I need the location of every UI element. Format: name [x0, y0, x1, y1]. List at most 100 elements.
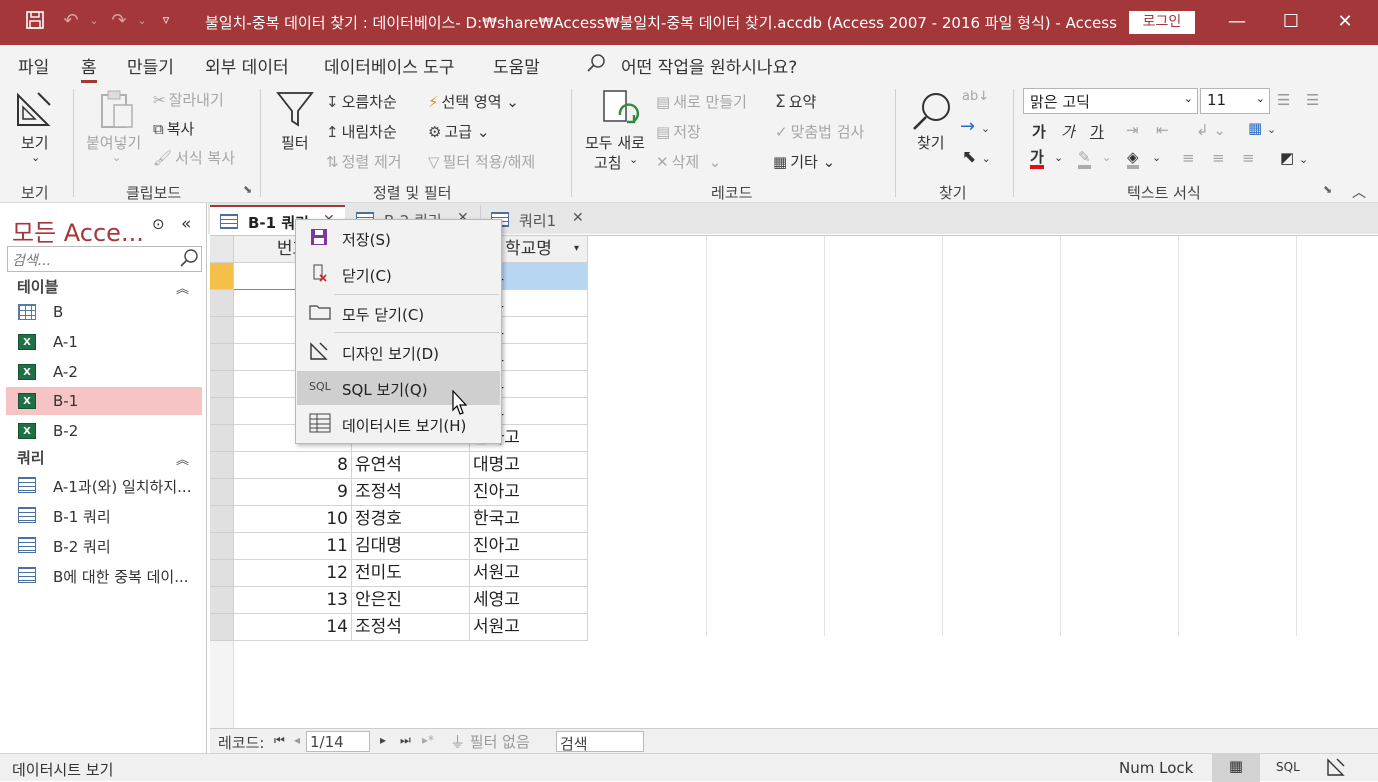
collapse-pane-icon[interactable]: « — [181, 214, 191, 234]
table-cell[interactable]: 세영고 — [470, 587, 588, 614]
customize-quick-access-icon[interactable]: ▿ — [155, 10, 177, 32]
last-record-icon[interactable]: ⏭ — [400, 733, 411, 748]
dropdown-arrow-icon[interactable]: ▾ — [574, 236, 579, 262]
table-cell[interactable]: 서원고 — [470, 560, 588, 587]
new-record-button[interactable]: ▤ 새로 만들기 — [656, 91, 747, 112]
select-cursor-icon[interactable]: ⬉ ⌄ — [962, 147, 991, 167]
filter-status[interactable]: ⏚ 필터 없음 — [450, 731, 530, 752]
collapse-ribbon-icon[interactable]: ︿ — [1352, 182, 1366, 202]
gridlines-icon[interactable]: ▦ ⌄ — [1248, 119, 1276, 137]
font-name-select[interactable]: 맑은 고딕 ⌄ — [1023, 88, 1198, 114]
nav-item-query-b2[interactable]: B-2 쿼리 — [6, 531, 202, 559]
search-icon[interactable] — [586, 53, 606, 78]
menu-database-tools[interactable]: 데이터베이스 도구 — [324, 53, 455, 78]
view-icon[interactable] — [14, 89, 58, 129]
table-cell[interactable]: 진아고 — [470, 479, 588, 506]
refresh-all-button[interactable]: 모두 새로 — [585, 132, 645, 153]
nav-menu-dropdown-icon[interactable]: ⊙ — [152, 215, 165, 233]
record-selector[interactable] — [210, 344, 234, 371]
section-collapse-icon[interactable]: ︽ — [176, 278, 189, 297]
view-button[interactable]: 보기 — [21, 132, 49, 153]
redo-dropdown-icon[interactable]: ⌄ — [131, 10, 153, 32]
cut-button[interactable]: ✂ 잘라내기 — [153, 89, 224, 110]
nav-item-query-b1[interactable]: B-1 쿼리 — [6, 501, 202, 529]
record-selector[interactable] — [210, 506, 234, 533]
table-cell[interactable]: 한국고 — [470, 506, 588, 533]
copy-button[interactable]: ⧉ 복사 — [153, 118, 194, 139]
nav-pane-title[interactable]: 모든 Acce... — [12, 213, 144, 248]
context-datasheet-view[interactable]: 데이터시트 보기(H) — [297, 407, 500, 441]
bold-button[interactable]: 가 — [1032, 121, 1046, 142]
nav-item-query-unmatched[interactable]: A-1과(와) 일치하지... — [6, 471, 202, 499]
record-search-input[interactable]: 검색 — [556, 731, 644, 753]
chevron-down-icon[interactable]: ⌄ — [1102, 151, 1111, 164]
table-row[interactable]: 11 김대명 진아고 — [210, 533, 588, 560]
undo-dropdown-icon[interactable]: ⌄ — [83, 10, 105, 32]
record-selector[interactable] — [210, 587, 234, 614]
table-row[interactable]: 13 안은진 세영고 — [210, 587, 588, 614]
dialog-launcher-icon[interactable]: ⬊ — [243, 183, 252, 196]
context-close[interactable]: 닫기(C) — [297, 257, 500, 291]
table-cell[interactable]: 진아고 — [470, 533, 588, 560]
nav-section-tables[interactable]: 테이블 — [17, 276, 58, 297]
table-cell[interactable]: 8 — [234, 452, 352, 479]
spelling-button[interactable]: ✓ 맞춤법 검사 — [775, 121, 864, 142]
maximize-icon[interactable]: ☐ — [1277, 9, 1305, 35]
underline-button[interactable]: 가 — [1090, 121, 1104, 142]
close-tab-icon[interactable]: ✕ — [572, 210, 584, 226]
design-view-icon[interactable] — [1326, 757, 1346, 781]
alternate-row-color-icon[interactable]: ◩ ⌄ — [1280, 149, 1308, 167]
paste-icon[interactable] — [96, 89, 136, 131]
remove-sort-button[interactable]: ⇅ 정렬 제거 — [326, 151, 402, 172]
table-row[interactable]: 10 정경호 한국고 — [210, 506, 588, 533]
table-cell[interactable]: 9 — [234, 479, 352, 506]
sort-ascending-button[interactable]: ↧ 오름차순 — [326, 91, 397, 112]
align-right-icon[interactable]: ≡ — [1242, 149, 1255, 167]
table-row[interactable]: 8 유연석 대명고 — [210, 452, 588, 479]
table-cell[interactable]: 전미도 — [352, 560, 470, 587]
nav-item-table-b[interactable]: B — [6, 298, 202, 326]
table-cell[interactable]: 안은진 — [352, 587, 470, 614]
filter-button[interactable]: 필터 — [281, 132, 309, 153]
context-sql-view[interactable]: SQL SQL 보기(Q) — [297, 371, 500, 405]
table-cell[interactable]: 김대명 — [352, 533, 470, 560]
new-record-nav-icon[interactable]: ▸* — [422, 733, 434, 747]
first-record-icon[interactable]: ⏮ — [274, 733, 285, 748]
table-cell[interactable]: 14 — [234, 614, 352, 641]
context-close-all[interactable]: 모두 닫기(C) — [297, 296, 500, 330]
record-selector[interactable] — [210, 452, 234, 479]
redo-icon[interactable]: ↷ — [108, 10, 130, 32]
table-cell[interactable]: 11 — [234, 533, 352, 560]
undo-icon[interactable]: ↶ — [60, 10, 82, 32]
delete-record-button[interactable]: ✕ 삭제 ⌄ — [656, 151, 721, 172]
italic-button[interactable]: 가 — [1061, 121, 1075, 142]
outdent-icon[interactable]: ⇤ — [1156, 121, 1169, 139]
font-size-select[interactable]: 11 ⌄ — [1200, 88, 1270, 114]
record-selector[interactable] — [210, 560, 234, 587]
chevron-down-icon[interactable]: ⌄ — [112, 151, 121, 164]
next-record-icon[interactable]: ▸ — [380, 733, 386, 747]
record-selector[interactable] — [210, 398, 234, 425]
nav-search-input[interactable]: 검색... — [7, 246, 202, 272]
more-button[interactable]: ▦ 기타 ⌄ — [773, 151, 835, 172]
previous-record-icon[interactable]: ◂ — [294, 733, 300, 747]
record-position-input[interactable]: 1/14 — [306, 731, 370, 752]
table-cell[interactable]: 13 — [234, 587, 352, 614]
indent-icon[interactable]: ⇥ — [1126, 121, 1139, 139]
save-record-button[interactable]: ▤ 저장 — [656, 121, 701, 142]
table-cell[interactable]: 대명고 — [470, 452, 588, 479]
close-icon[interactable]: ✕ — [1331, 9, 1359, 35]
highlight-icon[interactable]: ✎ — [1078, 149, 1091, 169]
menu-create[interactable]: 만들기 — [127, 53, 174, 78]
menu-file[interactable]: 파일 — [18, 53, 49, 78]
replace-icon[interactable]: ab↓ — [962, 89, 989, 104]
numbering-icon[interactable]: ☰ — [1306, 91, 1319, 109]
table-cell[interactable]: 서원고 — [470, 614, 588, 641]
select-all-corner[interactable] — [210, 236, 234, 263]
search-icon[interactable] — [179, 248, 199, 272]
chevron-down-icon[interactable]: ⌄ — [1152, 151, 1161, 164]
save-icon[interactable] — [24, 10, 46, 32]
table-cell[interactable]: 10 — [234, 506, 352, 533]
table-cell[interactable]: 유연석 — [352, 452, 470, 479]
paste-button[interactable]: 붙여넣기 — [86, 132, 141, 153]
